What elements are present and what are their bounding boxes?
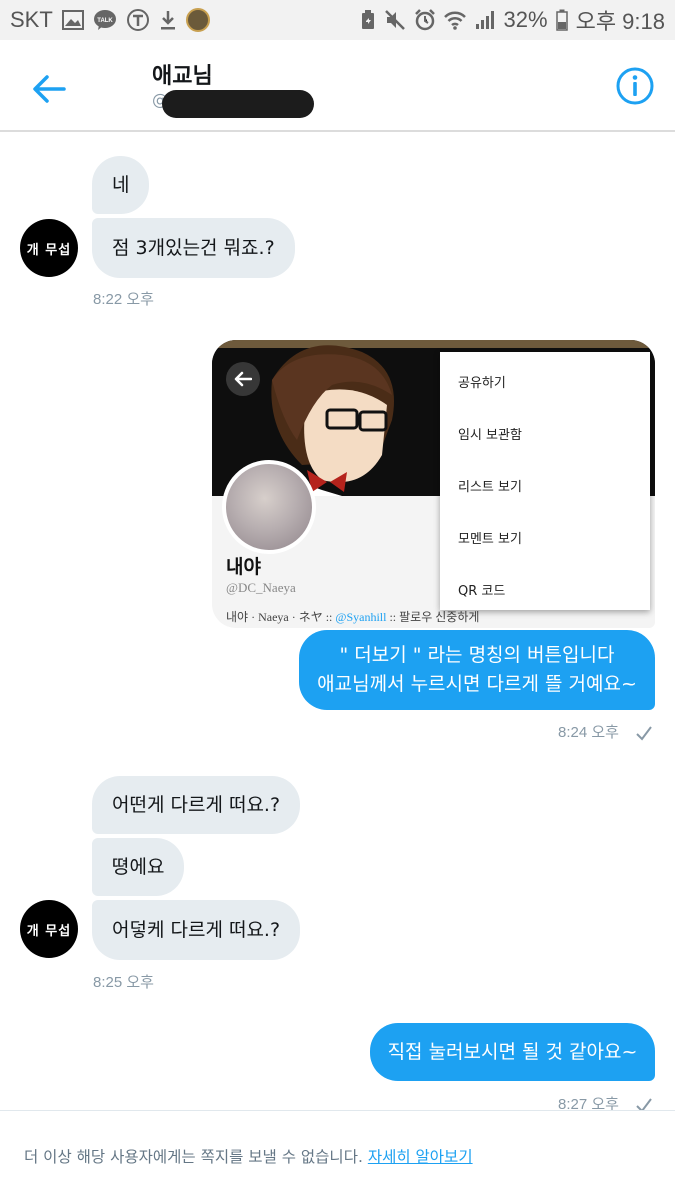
info-button[interactable]: [615, 66, 655, 106]
profile-name: 내야: [226, 556, 261, 578]
back-icon: [226, 362, 260, 396]
conversation-header: 애교님 @: [0, 40, 675, 132]
profile-picture: [222, 460, 316, 554]
avatar[interactable]: 개 무섭: [20, 900, 78, 958]
gallery-icon: [61, 10, 84, 30]
svg-text:TALK: TALK: [97, 18, 113, 24]
status-left: SKT TALK: [10, 7, 210, 33]
clock: 오후 9:18: [575, 9, 665, 34]
redacted-handle: [162, 90, 314, 118]
overflow-menu: 공유하기 임시 보관함 리스트 보기 모멘트 보기 QR 코드: [440, 352, 650, 610]
incoming-message[interactable]: 어덯케 다르게 떠요.?: [92, 900, 301, 960]
incoming-message[interactable]: 어떤게 다르게 떠요.?: [92, 776, 301, 834]
message-timestamp: 8:25 오후: [93, 974, 154, 991]
profile-bio: 내야 · Naeya · ネヤ :: @Syanhill :: 팔로우 신중하게: [226, 610, 480, 624]
message-list[interactable]: 네 점 3개있는건 뭐죠.? 개 무섭 8:22 오후 내야 @DC_Naeya…: [0, 134, 675, 1113]
info-circle-icon: [616, 67, 654, 105]
outgoing-message-line: " 더보기 " 라는 명칭의 버튼입니다: [339, 644, 615, 666]
menu-item-share: 공유하기: [458, 376, 506, 391]
outgoing-message[interactable]: " 더보기 " 라는 명칭의 버튼입니다 애교님께서 누르시면 다르게 뜰 거예…: [299, 630, 655, 710]
battery-icon: [555, 9, 568, 31]
arrow-left-icon: [33, 75, 66, 103]
conversation-title[interactable]: 애교님: [152, 58, 213, 90]
dm-disabled-text: 더 이상 해당 사용자에게는 쪽지를 보낼 수 없습니다. 자세히 알아보기: [24, 1148, 473, 1166]
image-attachment[interactable]: 내야 @DC_Naeya 내야 · Naeya · ネヤ :: @Syanhil…: [212, 340, 655, 628]
talk-icon: TALK: [93, 9, 117, 31]
sent-check-icon: [636, 726, 652, 741]
t-circle-icon: [126, 8, 150, 32]
dm-disabled-notice: 더 이상 해당 사용자에게는 쪽지를 보낼 수 없습니다. 자세히 알아보기: [0, 1110, 675, 1200]
menu-item-lists: 리스트 보기: [458, 480, 522, 495]
status-bar: SKT TALK 32% 오후 9:18: [0, 0, 675, 40]
battery-percent: 32%: [503, 7, 548, 32]
outgoing-message[interactable]: 직접 눌러보시면 될 것 같아요~: [370, 1023, 655, 1081]
alarm-icon: [414, 9, 436, 31]
menu-item-drafts: 임시 보관함: [458, 428, 522, 443]
learn-more-link[interactable]: 자세히 알아보기: [368, 1148, 473, 1166]
incoming-message[interactable]: 네: [92, 156, 150, 214]
message-timestamp: 8:24 오후: [558, 724, 619, 741]
battery-saver-icon: [360, 9, 376, 31]
mute-icon: [384, 9, 406, 31]
back-button[interactable]: [26, 66, 72, 112]
incoming-message[interactable]: 점 3개있는건 뭐죠.?: [92, 218, 295, 278]
notification-avatar-icon: [185, 8, 210, 32]
incoming-message[interactable]: 뗭에요: [92, 838, 185, 896]
avatar[interactable]: 개 무섭: [20, 219, 78, 277]
download-icon: [159, 9, 177, 31]
wifi-icon: [443, 9, 466, 31]
signal-icon: [474, 9, 496, 31]
carrier-label: SKT: [10, 7, 53, 32]
status-right: 32% 오후 9:18: [360, 4, 665, 36]
menu-item-moments: 모멘트 보기: [458, 532, 522, 547]
message-timestamp: 8:22 오후: [93, 291, 154, 308]
outgoing-message-line: 애교님께서 누르시면 다르게 뜰 거예요~: [317, 673, 637, 695]
menu-item-qr-code: QR 코드: [458, 584, 506, 599]
profile-handle: @DC_Naeya: [226, 580, 296, 595]
